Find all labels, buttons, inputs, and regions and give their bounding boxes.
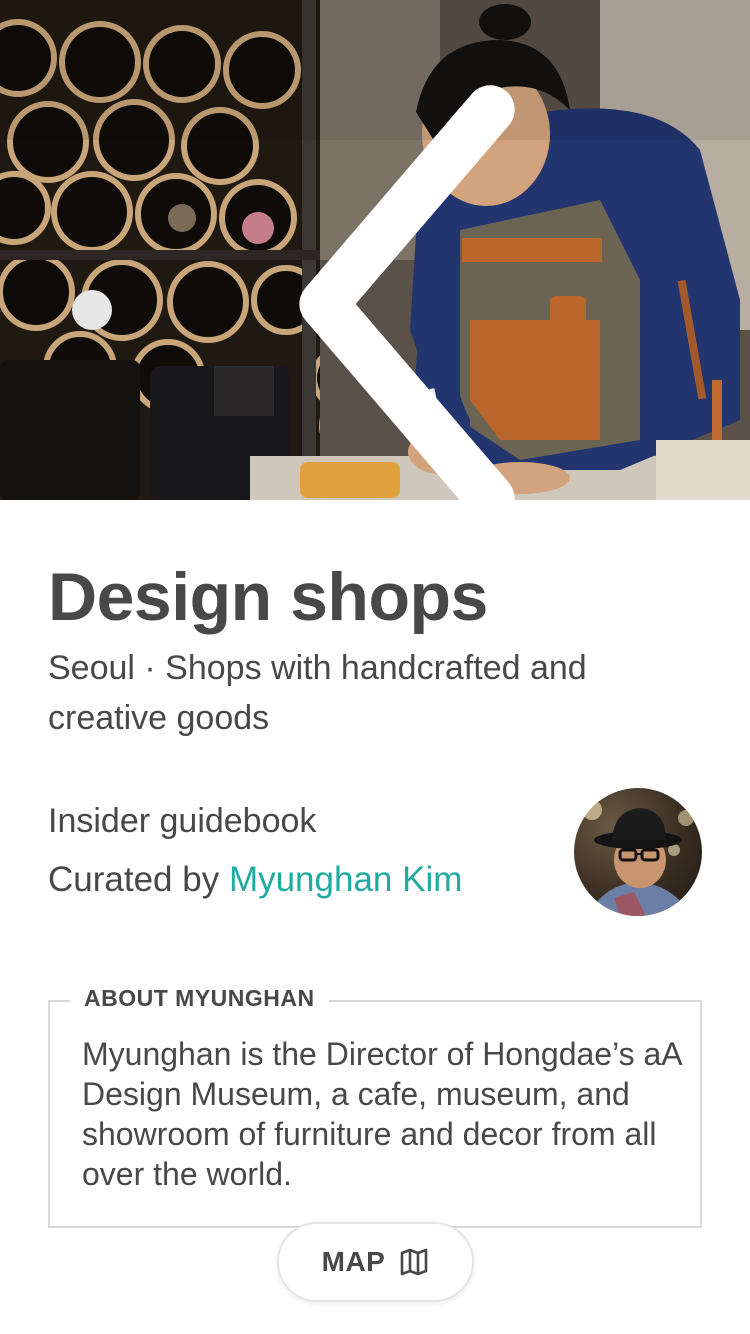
curated-by-prefix: Curated by bbox=[48, 860, 229, 899]
back-button[interactable] bbox=[32, 54, 515, 500]
curator-avatar-image bbox=[582, 800, 694, 916]
map-button[interactable]: MAP bbox=[277, 1222, 474, 1302]
about-heading: ABOUT MYUNGHAN bbox=[70, 985, 329, 1012]
curator-avatar[interactable] bbox=[574, 788, 702, 916]
about-text: Myunghan is the Director of Hongdae’s aA… bbox=[82, 1036, 681, 1192]
hero-image bbox=[0, 0, 750, 500]
curator-name-link[interactable]: Myunghan Kim bbox=[229, 860, 462, 899]
guidebook-page: Design shops Seoul · Shops with handcraf… bbox=[0, 0, 750, 1334]
share-button[interactable] bbox=[656, 54, 716, 114]
guide-subtitle: Seoul · Shops with handcrafted and creat… bbox=[48, 649, 587, 737]
page-title: Design shops bbox=[48, 559, 488, 635]
share-icon bbox=[656, 54, 750, 500]
curated-by-line: Curated by Myunghan Kim bbox=[48, 860, 462, 900]
guidebook-type-label: Insider guidebook bbox=[48, 802, 317, 840]
map-button-label: MAP bbox=[321, 1246, 386, 1277]
map-icon bbox=[401, 1248, 428, 1276]
chevron-left-icon bbox=[299, 85, 515, 500]
